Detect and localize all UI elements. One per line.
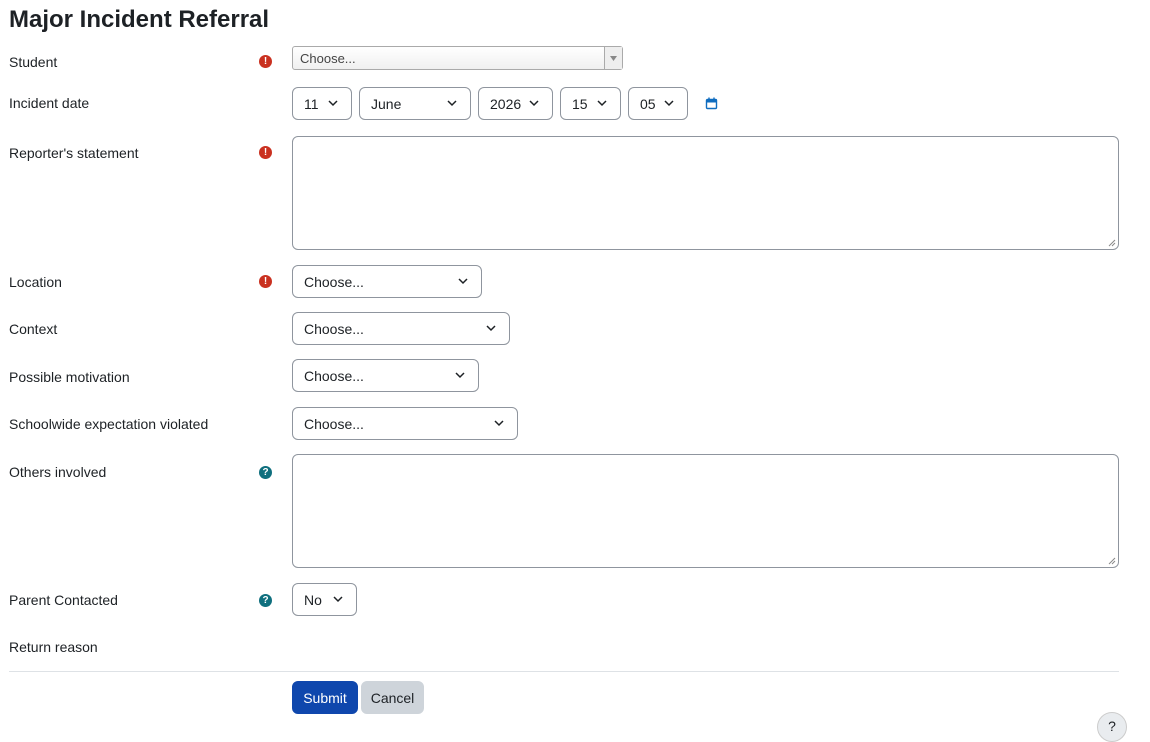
motivation-value: Choose... — [304, 367, 364, 384]
motivation-label: Possible motivation — [9, 369, 130, 385]
month-value: June — [371, 95, 402, 112]
resize-grip-icon[interactable] — [1107, 238, 1116, 247]
month-select[interactable]: June — [359, 87, 471, 120]
minute-value: 05 — [640, 95, 656, 112]
parent-contacted-label: Parent Contacted — [9, 592, 118, 608]
chevron-down-icon — [447, 100, 457, 107]
parent-contacted-value: No — [304, 591, 322, 608]
student-label: Student — [9, 54, 58, 70]
location-select[interactable]: Choose... — [292, 265, 482, 298]
chevron-down-icon — [664, 100, 674, 107]
minute-select[interactable]: 05 — [628, 87, 688, 120]
page-title: Major Incident Referral — [9, 6, 270, 33]
chevron-down-icon — [494, 420, 504, 427]
day-select[interactable]: 11 — [292, 87, 352, 120]
cancel-button[interactable]: Cancel — [361, 681, 424, 714]
context-label: Context — [9, 321, 58, 337]
others-involved-textarea[interactable] — [292, 454, 1119, 568]
context-select[interactable]: Choose... — [292, 312, 510, 345]
expectation-value: Choose... — [304, 415, 364, 432]
chevron-down-icon — [455, 372, 465, 379]
expectation-select[interactable]: Choose... — [292, 407, 518, 440]
chevron-down-icon — [333, 596, 343, 603]
chevron-down-icon — [529, 100, 539, 107]
chevron-down-icon — [486, 325, 496, 332]
required-icon[interactable]: ! — [259, 146, 272, 159]
year-select[interactable]: 2026 — [478, 87, 553, 120]
resize-grip-icon[interactable] — [1107, 556, 1116, 565]
chevron-down-icon — [328, 100, 338, 107]
day-value: 11 — [304, 95, 319, 112]
location-value: Choose... — [304, 273, 364, 290]
incident-date-label: Incident date — [9, 95, 90, 111]
reporter-statement-label: Reporter's statement — [9, 145, 139, 161]
chevron-down-icon — [458, 278, 468, 285]
motivation-select[interactable]: Choose... — [292, 359, 479, 392]
year-value: 2026 — [490, 95, 522, 112]
parent-contacted-select[interactable]: No — [292, 583, 357, 616]
submit-button[interactable]: Submit — [292, 681, 358, 714]
form-divider — [9, 671, 1119, 672]
student-autocomplete[interactable]: Choose... — [292, 46, 623, 70]
location-label: Location — [9, 274, 62, 290]
context-value: Choose... — [304, 320, 364, 337]
required-icon[interactable]: ! — [259, 275, 272, 288]
hour-value: 15 — [572, 95, 588, 112]
others-involved-label: Others involved — [9, 464, 107, 480]
required-icon[interactable]: ! — [259, 55, 272, 68]
student-placeholder: Choose... — [300, 50, 356, 66]
return-reason-label: Return reason — [9, 639, 98, 655]
help-footer-button[interactable]: ? — [1097, 712, 1127, 742]
chevron-down-icon — [597, 100, 607, 107]
hour-select[interactable]: 15 — [560, 87, 621, 120]
calendar-icon[interactable] — [705, 97, 718, 110]
expectation-label: Schoolwide expectation violated — [9, 416, 209, 432]
help-icon[interactable]: ? — [259, 466, 272, 479]
reporter-statement-textarea[interactable] — [292, 136, 1119, 250]
help-icon[interactable]: ? — [259, 594, 272, 607]
autocomplete-arrow-icon[interactable] — [604, 47, 622, 69]
